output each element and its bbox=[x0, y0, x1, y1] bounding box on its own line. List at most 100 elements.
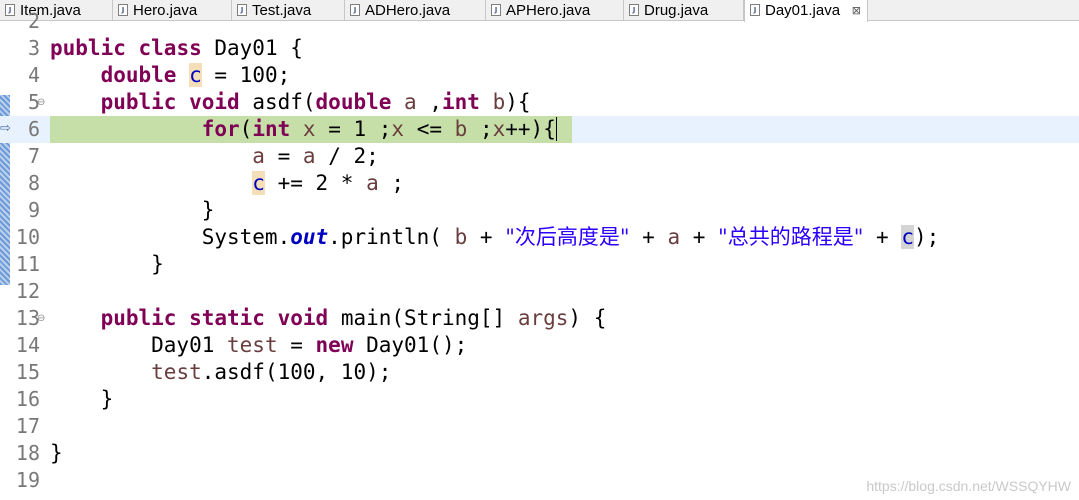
code-token: ; bbox=[467, 117, 493, 141]
code-token: main(String[] bbox=[328, 306, 518, 330]
code-token: x bbox=[391, 117, 405, 141]
line-number: 6 bbox=[27, 117, 40, 141]
code-text: System.out.println( b + "次后高度是" + a + "总… bbox=[50, 224, 939, 251]
code-token: ) { bbox=[568, 306, 607, 330]
code-token: out bbox=[290, 225, 329, 249]
code-token: } bbox=[50, 441, 63, 465]
code-token: int bbox=[252, 117, 291, 141]
code-token: static bbox=[189, 306, 265, 330]
code-token: + bbox=[863, 225, 902, 249]
code-text: c += 2 * a ; bbox=[50, 170, 404, 197]
code-token: ++){ bbox=[505, 117, 556, 141]
line-number: 13 bbox=[15, 306, 40, 330]
code-token: public bbox=[100, 90, 177, 114]
code-line[interactable]: 16 } bbox=[0, 386, 1079, 413]
code-line[interactable]: 9 } bbox=[0, 197, 1079, 224]
code-token: ){ bbox=[505, 90, 531, 114]
code-line[interactable]: 7 a = a / 2; bbox=[0, 143, 1079, 170]
line-number: 17 bbox=[15, 414, 40, 438]
code-token: + bbox=[467, 225, 506, 249]
code-line[interactable]: 13 ⊖ public static void main(String[] arg… bbox=[0, 305, 1079, 332]
code-line[interactable]: 6 for(int x = 1 ;x <= b ;x++){ bbox=[0, 116, 1079, 143]
code-token: ( bbox=[239, 117, 253, 141]
line-number: 15 bbox=[15, 360, 40, 384]
code-token: ; bbox=[378, 171, 405, 195]
code-token: + bbox=[680, 225, 719, 249]
code-line[interactable]: 2 bbox=[0, 8, 1079, 35]
code-line[interactable]: 14 Day01 test = new Day01(); bbox=[0, 332, 1079, 359]
code-token: System. bbox=[50, 225, 291, 249]
code-line[interactable]: 18} bbox=[0, 440, 1079, 467]
code-editor[interactable]: 2 3 public class Day01 {4 double c = 100; 5… bbox=[0, 9, 1079, 500]
code-token: x bbox=[492, 117, 506, 141]
line-number: 3 bbox=[27, 36, 40, 60]
fold-toggle-icon[interactable]: ⊖ bbox=[37, 89, 45, 116]
code-token: public bbox=[50, 36, 126, 60]
code-token: <= bbox=[404, 117, 455, 141]
code-token: ); bbox=[913, 225, 940, 249]
code-line[interactable]: 5 ⊖ public void asdf(double a ,int b){ bbox=[0, 89, 1079, 116]
code-line[interactable]: 15 test.asdf(100, 10); bbox=[0, 359, 1079, 386]
line-number: 7 bbox=[27, 144, 40, 168]
code-text: } bbox=[50, 251, 164, 278]
line-number: 4 bbox=[27, 63, 40, 87]
code-token: c bbox=[252, 171, 265, 195]
code-token: } bbox=[50, 252, 164, 276]
code-line[interactable]: 17 bbox=[0, 413, 1079, 440]
code-token: Day01 { bbox=[201, 36, 303, 60]
text-cursor bbox=[555, 117, 557, 141]
line-number: 5 bbox=[27, 90, 40, 114]
code-token: double bbox=[100, 63, 177, 87]
code-token: = 1 ; bbox=[315, 117, 392, 141]
code-token: public bbox=[100, 306, 177, 330]
code-token: = 100; bbox=[201, 63, 291, 87]
code-token: b bbox=[454, 225, 468, 249]
code-token: a bbox=[252, 144, 265, 168]
code-token: void bbox=[277, 306, 329, 330]
code-token: a bbox=[302, 144, 316, 168]
code-token: c bbox=[901, 225, 914, 249]
code-token: += 2 * bbox=[264, 171, 367, 195]
code-token: = bbox=[264, 144, 303, 168]
code-token: } bbox=[50, 387, 114, 411]
code-text: for(int x = 1 ;x <= b ;x++){ bbox=[50, 116, 557, 143]
line-number: 11 bbox=[15, 252, 40, 276]
code-token: "总共的路程是" bbox=[718, 225, 864, 249]
code-line[interactable]: 11 } bbox=[0, 251, 1079, 278]
line-number: 2 bbox=[27, 9, 40, 33]
code-token: Day01(); bbox=[353, 333, 468, 357]
code-token: "次后高度是" bbox=[505, 225, 630, 249]
line-number: 19 bbox=[15, 468, 40, 492]
code-line[interactable]: 12 bbox=[0, 278, 1079, 305]
line-number: 12 bbox=[15, 279, 40, 303]
watermark: https://blog.csdn.net/WSSQYHW bbox=[866, 478, 1071, 494]
code-line[interactable]: 3 public class Day01 { bbox=[0, 35, 1079, 62]
code-token: = bbox=[277, 333, 316, 357]
code-token: args bbox=[517, 306, 569, 330]
code-text: Day01 test = new Day01(); bbox=[50, 332, 467, 359]
code-line[interactable]: 8 c += 2 * a ; bbox=[0, 170, 1079, 197]
code-text: public void asdf(double a ,int b){ bbox=[50, 89, 531, 116]
line-number: 9 bbox=[27, 198, 40, 222]
fold-toggle-icon[interactable]: ⊖ bbox=[37, 305, 45, 332]
code-token: a bbox=[366, 171, 379, 195]
code-token: test bbox=[227, 333, 278, 357]
code-token: .asdf(100, 10); bbox=[201, 360, 392, 384]
code-line[interactable]: 10 System.out.println( b + "次后高度是" + a +… bbox=[0, 224, 1079, 251]
code-text: a = a / 2; bbox=[50, 143, 378, 170]
code-token: .println( bbox=[328, 225, 455, 249]
code-token: , bbox=[416, 90, 442, 114]
code-token: a bbox=[667, 225, 681, 249]
line-number: 18 bbox=[15, 441, 40, 465]
code-line[interactable]: 4 double c = 100; bbox=[0, 62, 1079, 89]
code-text: } bbox=[50, 386, 114, 413]
code-token: asdf( bbox=[239, 90, 316, 114]
code-text: public class Day01 { bbox=[50, 35, 303, 62]
